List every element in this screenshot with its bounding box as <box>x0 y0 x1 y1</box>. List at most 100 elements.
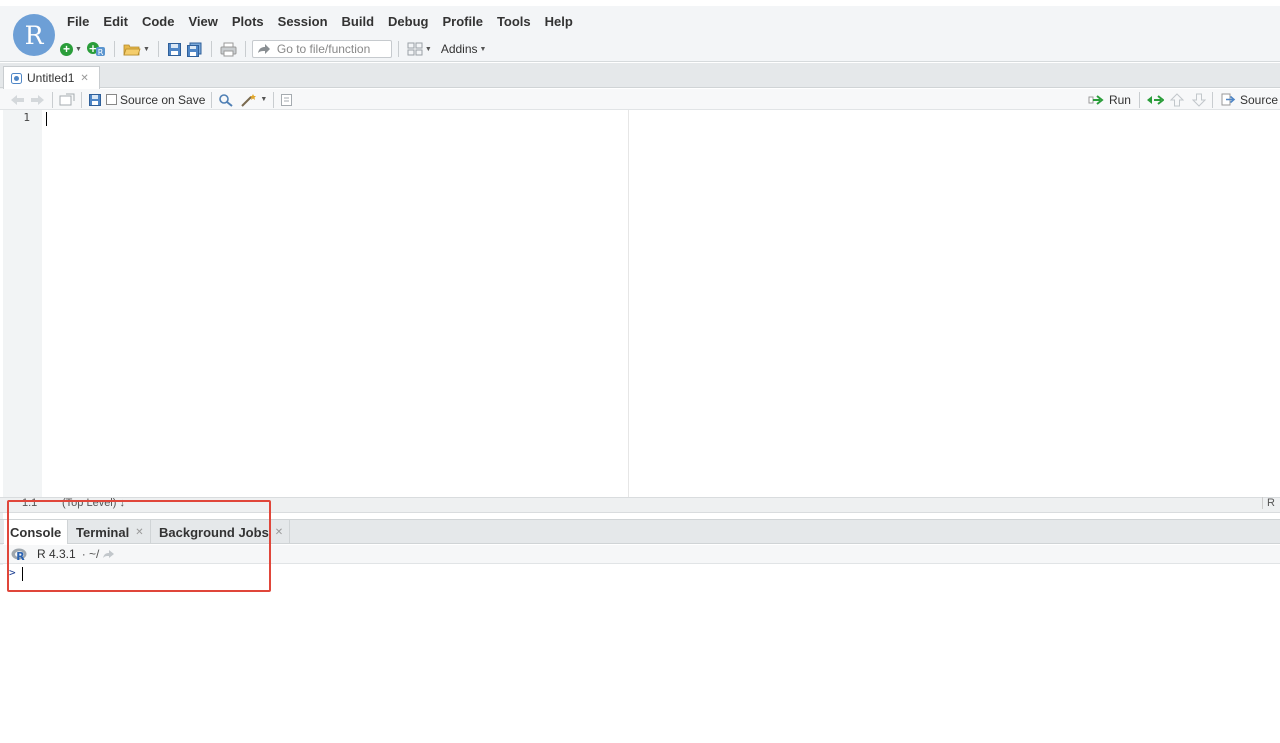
text-cursor <box>46 112 47 126</box>
toolbar-divider <box>1138 91 1140 108</box>
menu-file[interactable]: File <box>60 12 96 32</box>
menu-help[interactable]: Help <box>538 12 580 32</box>
tab-console[interactable]: Console <box>4 520 69 544</box>
console-tabbar: Console Terminal ✕ Background Jobs ✕ <box>0 519 1280 544</box>
svg-text:R: R <box>16 550 25 561</box>
menu-plots[interactable]: Plots <box>225 12 271 32</box>
chevron-down-icon: ▼ <box>142 45 150 53</box>
toolbar-divider <box>397 41 399 57</box>
show-in-window-icon[interactable] <box>59 93 75 107</box>
goto-file-function-field[interactable] <box>251 40 392 58</box>
arrow-up-icon[interactable] <box>1169 92 1184 107</box>
source-on-save-checkbox[interactable] <box>106 94 117 105</box>
app-header: R File Edit Code View Plots Session Buil… <box>0 0 1280 62</box>
menu-view[interactable]: View <box>181 12 224 32</box>
open-file-button[interactable]: ▼ <box>121 39 152 59</box>
rerun-icon[interactable] <box>1146 94 1164 106</box>
run-label: Run <box>1108 92 1131 107</box>
print-button[interactable] <box>218 39 239 59</box>
svg-text:R: R <box>98 48 104 57</box>
close-icon[interactable]: ✕ <box>80 73 88 84</box>
toolbar-divider <box>273 91 275 108</box>
save-icon[interactable] <box>88 93 102 107</box>
console-output[interactable]: > <box>0 565 1280 743</box>
cursor-position: 1:1 <box>22 497 38 509</box>
print-margin <box>628 110 629 497</box>
tab-untitled1[interactable]: Untitled1 ✕ <box>3 66 100 89</box>
tab-terminal[interactable]: Terminal ✕ <box>70 520 151 544</box>
toolbar-divider <box>244 41 246 57</box>
chevron-down-icon: ▼ <box>424 45 432 53</box>
tab-label: Background Jobs <box>159 524 269 540</box>
code-editor[interactable]: 1 <box>0 110 1280 497</box>
tab-label: Untitled1 <box>27 71 75 85</box>
source-on-save-label: Source on Save <box>120 92 206 107</box>
document-outline-icon[interactable] <box>280 93 294 107</box>
console-prompt: > <box>9 566 16 579</box>
go-to-directory-icon[interactable] <box>102 549 116 559</box>
tab-background-jobs[interactable]: Background Jobs ✕ <box>153 520 291 544</box>
line-gutter: 1 <box>3 110 42 497</box>
close-icon[interactable]: ✕ <box>135 527 143 538</box>
save-icon <box>167 42 181 56</box>
menubar: File Edit Code View Plots Session Build … <box>60 12 580 32</box>
editor-toolbar: Source on Save ▼ Run Source <box>0 89 1280 110</box>
toolbar-divider <box>113 41 115 57</box>
chevron-down-icon: ▼ <box>479 45 487 53</box>
toolbar-divider <box>52 91 53 108</box>
source-button[interactable]: Source <box>1219 90 1280 110</box>
source-arrow-icon <box>1221 93 1236 106</box>
menu-build[interactable]: Build <box>335 12 382 32</box>
source-label: Source <box>1239 92 1278 107</box>
goto-input[interactable] <box>276 42 377 56</box>
console-cursor <box>22 567 23 581</box>
grid-panes-icon <box>407 42 423 56</box>
r-version: R 4.3.1 <box>37 547 76 561</box>
back-forward-icon[interactable] <box>10 93 46 107</box>
menu-edit[interactable]: Edit <box>96 12 135 32</box>
console-path-bar: R R 4.3.1 · ~/ <box>0 545 1280 564</box>
menu-profile[interactable]: Profile <box>435 12 489 32</box>
line-number: 1 <box>23 111 30 124</box>
r-script-icon <box>11 72 22 84</box>
new-project-icon: + R <box>86 42 105 57</box>
save-all-icon <box>186 42 202 57</box>
toolbar-divider <box>81 91 82 108</box>
r-logo-icon: R <box>11 548 27 561</box>
menu-code[interactable]: Code <box>135 12 182 32</box>
folder-open-icon <box>123 44 141 56</box>
save-button[interactable] <box>165 39 184 59</box>
menu-debug[interactable]: Debug <box>381 12 435 32</box>
goto-arrow-icon <box>257 44 270 54</box>
main-toolbar: + ▼ + R ▼ Go to file/function ▼ Addins ▼ <box>58 38 488 60</box>
print-icon <box>220 42 237 56</box>
addins-label: Addins <box>440 42 478 56</box>
workspace-panes-button[interactable]: ▼ <box>405 39 434 59</box>
new-file-icon: + <box>60 42 73 56</box>
tab-label: Console <box>10 524 62 540</box>
chevron-down-icon: ▼ <box>75 45 82 53</box>
new-project-button[interactable]: + R <box>84 39 108 59</box>
toolbar-divider <box>211 91 213 108</box>
close-icon[interactable]: ✕ <box>275 527 283 538</box>
run-button[interactable]: Run <box>1086 90 1133 110</box>
arrow-down-icon[interactable] <box>1191 93 1206 107</box>
magic-wand-icon[interactable] <box>240 93 258 107</box>
toolbar-divider <box>210 41 212 57</box>
addins-button[interactable]: Addins ▼ <box>434 39 489 59</box>
chevron-down-icon[interactable]: ▼ <box>260 96 267 103</box>
file-type-selector[interactable]: R Script <box>1262 497 1278 509</box>
scope-selector[interactable]: (Top Level) ↕ <box>62 497 125 509</box>
toolbar-divider <box>1211 91 1213 108</box>
tab-label: Terminal <box>76 524 130 540</box>
r-logo: R <box>13 14 55 56</box>
run-arrow-icon <box>1088 94 1104 105</box>
menu-session[interactable]: Session <box>271 12 335 32</box>
new-file-button[interactable]: + ▼ <box>58 39 84 59</box>
toolbar-divider <box>157 41 159 57</box>
editor-status-bar: 1:1 (Top Level) ↕ R Script <box>0 497 1280 513</box>
working-directory[interactable]: · ~/ <box>82 547 100 561</box>
save-all-button[interactable] <box>184 39 205 59</box>
search-icon[interactable] <box>218 93 234 107</box>
menu-tools[interactable]: Tools <box>490 12 538 32</box>
